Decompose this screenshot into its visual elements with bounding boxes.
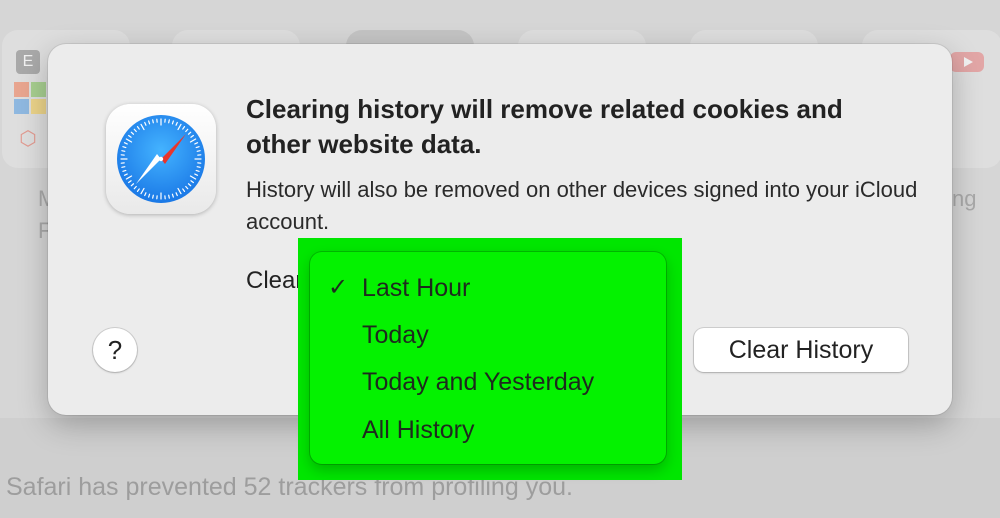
menu-item-label: Today and Yesterday xyxy=(362,368,595,396)
compass-tick xyxy=(121,166,126,168)
dialog-title: Clearing history will remove related coo… xyxy=(246,94,843,159)
menu-item-today[interactable]: Today xyxy=(310,313,666,357)
compass-tick xyxy=(152,194,154,199)
clear-range-label: Clear xyxy=(246,267,304,294)
laravel-icon: ⬡ xyxy=(19,127,37,150)
compass-tick xyxy=(121,150,126,152)
compass-tick xyxy=(196,166,201,168)
compass-tick xyxy=(168,119,170,124)
compass-tick xyxy=(152,119,154,124)
clear-history-button[interactable]: Clear History xyxy=(694,328,908,372)
youtube-icon xyxy=(950,52,984,72)
compass-tick xyxy=(168,194,170,199)
background-text-fragment: ng xyxy=(952,186,977,211)
checkmark-icon: ✓ xyxy=(328,274,349,301)
menu-item-label: Today xyxy=(362,321,429,349)
favorite-letter-icon: E xyxy=(16,50,40,74)
menu-item-label: Last Hour xyxy=(362,274,471,302)
safari-compass-icon xyxy=(117,115,205,203)
menu-item-all-history[interactable]: All History xyxy=(310,408,666,452)
compass-tick xyxy=(196,150,201,152)
dialog-message: History will also be removed on other de… xyxy=(246,177,918,234)
menu-item-today-and-yesterday[interactable]: Today and Yesterday xyxy=(310,360,666,404)
safari-app-icon xyxy=(106,104,216,214)
microsoft-logo-icon xyxy=(14,82,46,114)
menu-item-label: All History xyxy=(362,416,475,444)
menu-item-last-hour[interactable]: ✓ Last Hour xyxy=(310,266,666,310)
help-button[interactable]: ? xyxy=(93,328,137,372)
time-range-menu: ✓ Last Hour Today Today and Yesterday Al… xyxy=(310,252,666,464)
